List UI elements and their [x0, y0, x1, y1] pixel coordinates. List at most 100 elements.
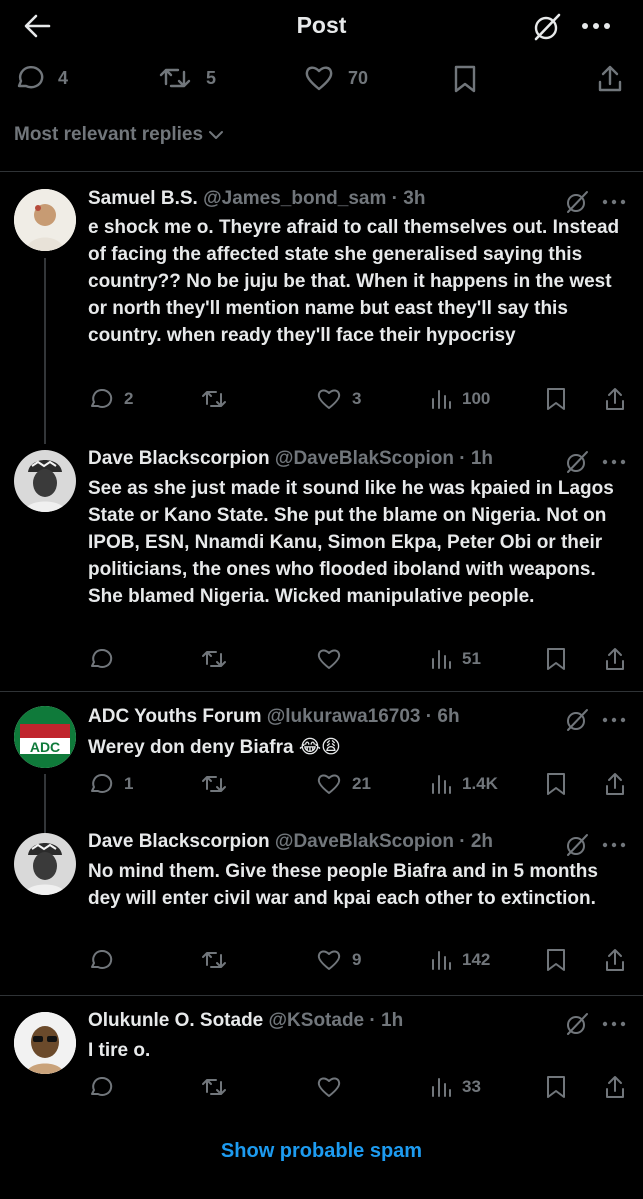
- avatar[interactable]: ADC: [14, 706, 76, 768]
- repost-count-button[interactable]: 5: [158, 64, 216, 92]
- like-button[interactable]: 21: [316, 770, 371, 798]
- views-button[interactable]: 51: [430, 645, 481, 673]
- avatar[interactable]: [14, 1012, 76, 1074]
- more-options-button[interactable]: [601, 190, 627, 214]
- like-button[interactable]: [316, 1073, 342, 1101]
- author-name[interactable]: Dave Blackscorpion: [88, 831, 270, 852]
- repost-button[interactable]: [200, 645, 228, 673]
- author-name[interactable]: Dave Blackscorpion: [88, 448, 270, 469]
- repost-icon: [202, 1079, 226, 1095]
- reply-button[interactable]: 1: [88, 770, 133, 798]
- reply-icon: [17, 65, 44, 89]
- grok-button[interactable]: [565, 450, 589, 474]
- show-probable-spam-link[interactable]: Show probable spam: [0, 1140, 643, 1163]
- views-button[interactable]: 33: [430, 1073, 481, 1101]
- author-name[interactable]: ADC Youths Forum: [88, 706, 261, 727]
- grok-button[interactable]: [565, 1012, 589, 1036]
- bookmark-icon: [454, 65, 476, 93]
- grok-icon: [567, 1013, 588, 1035]
- reply-text: No mind them. Give these people Biafra a…: [88, 861, 598, 909]
- grok-button[interactable]: [565, 190, 589, 214]
- like-count: 70: [348, 67, 369, 88]
- reply-header: Olukunle O. Sotade @KSotade · 1h: [88, 1010, 567, 1038]
- author-handle[interactable]: @lukurawa16703: [267, 706, 421, 727]
- share-button[interactable]: [604, 385, 626, 413]
- more-options-button[interactable]: [580, 12, 612, 40]
- more-horizontal-icon: [602, 1021, 626, 1027]
- reply-icon: [91, 1077, 113, 1096]
- replies-sort-dropdown[interactable]: Most relevant replies: [14, 124, 225, 146]
- more-options-button[interactable]: [601, 833, 627, 857]
- share-button[interactable]: [604, 770, 626, 798]
- divider: [0, 995, 643, 996]
- grok-button[interactable]: [565, 708, 589, 732]
- reply-actions: 1 21 1.4K: [88, 770, 633, 800]
- like-button[interactable]: 3: [316, 385, 361, 413]
- reply-button[interactable]: [88, 1073, 114, 1101]
- like-button[interactable]: [316, 645, 342, 673]
- view-count: 142: [462, 950, 491, 969]
- views-button[interactable]: 100: [430, 385, 490, 413]
- more-horizontal-icon: [602, 842, 626, 848]
- more-options-button[interactable]: [601, 1012, 627, 1036]
- author-name[interactable]: Samuel B.S.: [88, 188, 198, 209]
- heart-icon: [317, 649, 341, 669]
- reply-count: 2: [124, 389, 134, 408]
- like-count-button[interactable]: 70: [304, 64, 368, 92]
- views-button[interactable]: 1.4K: [430, 770, 498, 798]
- bookmark-button[interactable]: [545, 385, 567, 413]
- author-handle[interactable]: @KSotade: [269, 1010, 365, 1031]
- avatar[interactable]: [14, 189, 76, 251]
- more-options-button[interactable]: [601, 450, 627, 474]
- view-count: 1.4K: [462, 774, 498, 793]
- share-button[interactable]: [604, 1073, 626, 1101]
- more-horizontal-icon: [602, 199, 626, 205]
- reply-text: I tire o.: [88, 1040, 151, 1061]
- avatar-image: [14, 1012, 76, 1074]
- repost-button[interactable]: [200, 1073, 228, 1101]
- share-button[interactable]: [604, 946, 626, 974]
- heart-icon: [317, 950, 341, 970]
- author-handle[interactable]: @DaveBlakScopion: [275, 831, 454, 852]
- reply-count-button[interactable]: 4: [14, 64, 68, 92]
- reply-header: ADC Youths Forum @lukurawa16703 · 6h: [88, 706, 567, 734]
- share-button[interactable]: [604, 645, 626, 673]
- author-handle[interactable]: @DaveBlakScopion: [275, 448, 454, 469]
- avatar[interactable]: [14, 450, 76, 512]
- reply-time: · 1h: [369, 1010, 404, 1031]
- author-handle[interactable]: @James_bond_sam: [203, 188, 386, 209]
- grok-button[interactable]: [565, 833, 589, 857]
- repost-icon: [202, 651, 226, 667]
- reply-header: Dave Blackscorpion @DaveBlakScopion · 2h: [88, 831, 567, 859]
- repost-icon: [202, 952, 226, 968]
- avatar[interactable]: [14, 833, 76, 895]
- grok-icon: [534, 13, 561, 41]
- reply-time: · 2h: [459, 831, 494, 852]
- reply-icon: [91, 774, 113, 793]
- bookmark-button[interactable]: [545, 770, 567, 798]
- reply-button[interactable]: [88, 946, 114, 974]
- bookmark-button[interactable]: [545, 645, 567, 673]
- views-button[interactable]: 142: [430, 946, 490, 974]
- repost-button[interactable]: [200, 385, 228, 413]
- reply-actions: 9 142: [88, 946, 633, 976]
- share-button[interactable]: [597, 64, 623, 94]
- author-name[interactable]: Olukunle O. Sotade: [88, 1010, 263, 1031]
- reply-actions: 2 3 100: [88, 385, 633, 415]
- avatar-label: ADC: [30, 739, 60, 755]
- bookmark-button[interactable]: [545, 1073, 567, 1101]
- reply-button[interactable]: [88, 645, 114, 673]
- bookmark-button[interactable]: [545, 946, 567, 974]
- reply-actions: 51: [88, 645, 633, 675]
- reply-icon: [91, 649, 113, 668]
- grok-button[interactable]: [532, 12, 562, 42]
- reply-button[interactable]: 2: [88, 385, 133, 413]
- reply-count: 4: [58, 67, 69, 88]
- repost-button[interactable]: [200, 770, 228, 798]
- grok-icon: [567, 834, 588, 856]
- more-options-button[interactable]: [601, 708, 627, 732]
- bookmark-button[interactable]: [452, 64, 478, 94]
- repost-button[interactable]: [200, 946, 228, 974]
- avatar-image: ADC: [14, 706, 76, 768]
- like-button[interactable]: 9: [316, 946, 361, 974]
